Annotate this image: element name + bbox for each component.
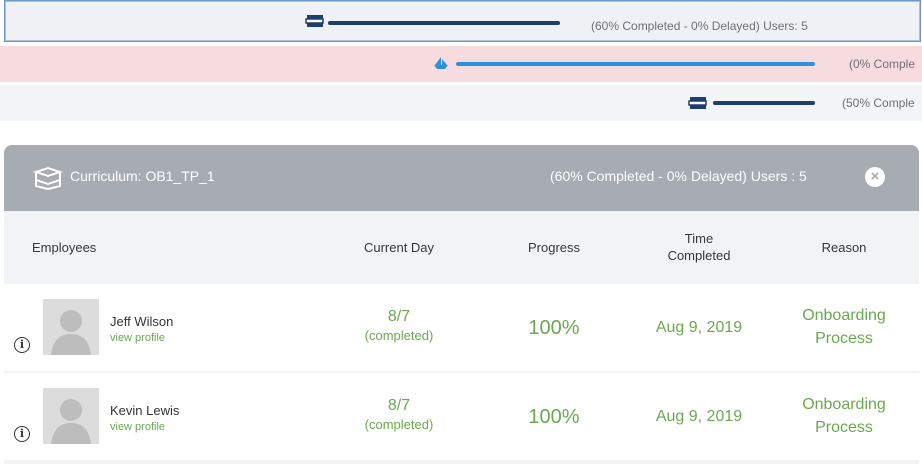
progress-value: 100%: [528, 406, 580, 428]
summary-row-2[interactable]: (0% Comple: [0, 46, 922, 82]
employee-name: Kevin Lewis: [110, 403, 180, 418]
current-day-value: 8/7: [387, 397, 411, 414]
current-day: 8/7 (completed): [334, 308, 464, 343]
ship-icon: [434, 57, 448, 69]
person-silhouette-icon: [43, 388, 99, 444]
reason-line2: Process: [815, 419, 873, 436]
table-row[interactable]: i Kevin Lewis view profile 8/7 (complete…: [4, 373, 919, 460]
books-icon: [688, 97, 707, 109]
curriculum-title: Curriculum: OB1_TP_1: [70, 168, 215, 184]
info-icon[interactable]: i: [14, 337, 30, 353]
summary-text: (0% Comple: [849, 57, 916, 71]
reason: Onboarding Process: [784, 304, 904, 350]
table-row[interactable]: i Jeff Wilson view profile 8/7 (complete…: [4, 284, 919, 371]
reason-line2: Process: [815, 330, 873, 347]
progress-bar: [713, 101, 815, 105]
current-day: 8/7 (completed): [334, 397, 464, 432]
time-completed: Aug 9, 2019: [655, 319, 743, 336]
col-header-employees: Employees: [32, 240, 97, 255]
col-header-time-line2: Completed: [667, 248, 731, 263]
close-icon: ×: [870, 168, 880, 185]
reason-line1: Onboarding: [802, 307, 886, 324]
summary-row-3[interactable]: (50% Comple: [0, 85, 922, 121]
col-header-time-completed: Time Completed: [634, 231, 764, 263]
curriculum-panel: Curriculum: OB1_TP_1 (60% Completed - 0%…: [4, 145, 919, 464]
progress-value: 100%: [528, 317, 580, 339]
summary-row-1[interactable]: (60% Completed - 0% Delayed) Users: 5: [4, 0, 921, 42]
view-profile-link[interactable]: view profile: [110, 421, 165, 433]
current-day-value: 8/7: [387, 308, 411, 325]
current-day-status: (completed): [364, 328, 434, 343]
reason-line1: Onboarding: [802, 396, 886, 413]
col-header-reason: Reason: [821, 240, 867, 255]
books-icon: [32, 166, 64, 190]
col-header-progress: Progress: [527, 240, 581, 255]
avatar: [43, 299, 99, 355]
info-icon[interactable]: i: [14, 426, 30, 442]
avatar: [43, 388, 99, 444]
current-day-status: (completed): [364, 417, 434, 432]
curriculum-stats: (60% Completed - 0% Delayed) Users : 5: [550, 168, 807, 184]
reason: Onboarding Process: [784, 393, 904, 439]
time-completed: Aug 9, 2019: [655, 408, 743, 425]
col-header-time-line1: Time: [684, 231, 714, 246]
progress-bar: [456, 62, 815, 66]
close-button[interactable]: ×: [865, 167, 885, 187]
summary-text: (50% Comple: [842, 96, 915, 110]
view-profile-link[interactable]: view profile: [110, 332, 165, 344]
employee-name: Jeff Wilson: [110, 314, 174, 329]
person-silhouette-icon: [43, 299, 99, 355]
progress-bar: [328, 21, 560, 25]
col-header-current-day: Current Day: [363, 240, 435, 255]
curriculum-header: Curriculum: OB1_TP_1 (60% Completed - 0%…: [4, 145, 919, 211]
books-icon: [305, 15, 324, 27]
summary-text: (60% Completed - 0% Delayed) Users: 5: [591, 19, 808, 33]
